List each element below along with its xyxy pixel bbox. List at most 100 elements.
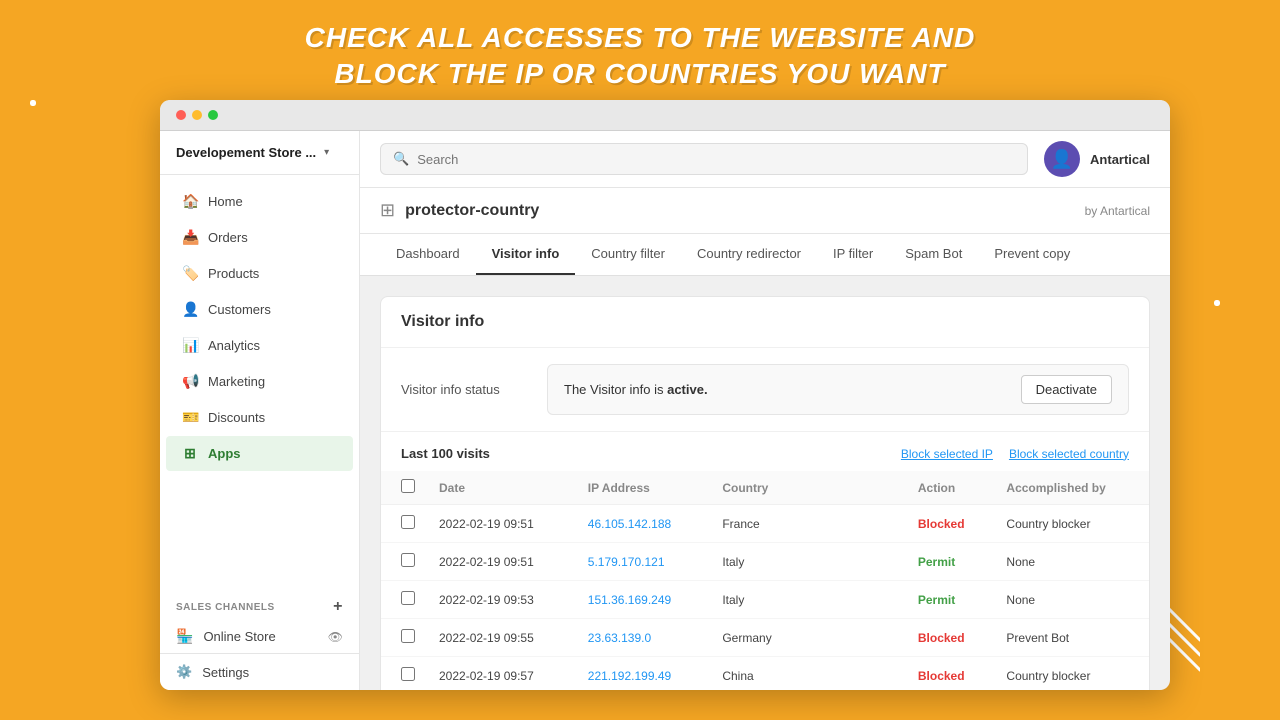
maximize-dot[interactable] xyxy=(208,110,218,120)
cell-ip: 151.36.169.249 xyxy=(576,581,711,619)
content-body: Visitor info Visitor info status The Vis… xyxy=(360,276,1170,690)
row-checkbox[interactable] xyxy=(401,553,415,567)
cell-ip: 5.179.170.121 xyxy=(576,543,711,581)
section-title: Visitor info xyxy=(381,297,1149,348)
visits-header: Last 100 visits Block selected IP Block … xyxy=(381,432,1149,471)
status-prefix: The Visitor info is xyxy=(564,382,667,397)
col-accomplished: Accomplished by xyxy=(994,471,1149,505)
cell-action: Blocked xyxy=(906,619,995,657)
search-box[interactable]: 🔍 xyxy=(380,143,1028,175)
col-date: Date xyxy=(427,471,576,505)
cell-country: Italy xyxy=(710,543,906,581)
cell-country: China xyxy=(710,657,906,691)
sidebar-item-products-label: Products xyxy=(208,266,259,281)
cell-date: 2022-02-19 09:51 xyxy=(427,543,576,581)
sidebar-item-discounts[interactable]: 🎫 Discounts xyxy=(166,400,353,435)
sidebar-item-products[interactable]: 🏷️ Products xyxy=(166,256,353,291)
app-name: protector-country xyxy=(405,202,539,220)
cell-accomplished: None xyxy=(994,543,1149,581)
row-checkbox[interactable] xyxy=(401,515,415,529)
sidebar-item-analytics-label: Analytics xyxy=(208,338,260,353)
sales-channels-section: SALES CHANNELS + xyxy=(160,590,359,620)
eye-icon[interactable]: 👁 xyxy=(328,630,343,644)
home-icon: 🏠 xyxy=(182,193,198,210)
user-area[interactable]: 👤 Antartical xyxy=(1044,141,1150,177)
sidebar-item-marketing[interactable]: 📢 Marketing xyxy=(166,364,353,399)
store-selector[interactable]: Developement Store ... ▾ xyxy=(160,131,359,175)
discounts-icon: 🎫 xyxy=(182,409,198,426)
cell-date: 2022-02-19 09:55 xyxy=(427,619,576,657)
topbar: 🔍 👤 Antartical xyxy=(360,131,1170,188)
sidebar-item-customers[interactable]: 👤 Customers xyxy=(166,292,353,327)
tab-visitor-info[interactable]: Visitor info xyxy=(476,234,576,275)
window-controls xyxy=(176,110,218,120)
cell-ip: 46.105.142.188 xyxy=(576,505,711,543)
sidebar-item-analytics[interactable]: 📊 Analytics xyxy=(166,328,353,363)
sidebar-item-orders[interactable]: 📥 Orders xyxy=(166,220,353,255)
table-row: 2022-02-19 09:51 46.105.142.188 France B… xyxy=(381,505,1149,543)
sidebar-item-home-label: Home xyxy=(208,194,243,209)
hero-title: Check all accesses to the website and bl… xyxy=(0,20,1280,93)
table-row: 2022-02-19 09:57 221.192.199.49 China Bl… xyxy=(381,657,1149,691)
cell-date: 2022-02-19 09:53 xyxy=(427,581,576,619)
block-ip-link[interactable]: Block selected IP xyxy=(901,447,993,461)
status-text: The Visitor info is active. xyxy=(564,382,708,397)
content-header: ⊞ protector-country by Antartical xyxy=(360,188,1170,234)
minimize-dot[interactable] xyxy=(192,110,202,120)
close-dot[interactable] xyxy=(176,110,186,120)
status-active: active. xyxy=(667,382,707,397)
sidebar-item-discounts-label: Discounts xyxy=(208,410,265,425)
select-all-checkbox[interactable] xyxy=(401,479,415,493)
add-sales-channel-button[interactable]: + xyxy=(333,598,343,616)
app-layout: Developement Store ... ▾ 🏠 Home 📥 Orders… xyxy=(160,131,1170,690)
tab-spam-bot[interactable]: Spam Bot xyxy=(889,234,978,275)
customers-icon: 👤 xyxy=(182,301,198,318)
table-row: 2022-02-19 09:51 5.179.170.121 Italy Per… xyxy=(381,543,1149,581)
row-checkbox[interactable] xyxy=(401,591,415,605)
visitor-info-card: Visitor info Visitor info status The Vis… xyxy=(380,296,1150,690)
deactivate-button[interactable]: Deactivate xyxy=(1021,375,1112,404)
tabs-row: Dashboard Visitor info Country filter Co… xyxy=(360,234,1170,276)
online-store-icon: 🏪 xyxy=(176,628,193,645)
app-grid-icon: ⊞ xyxy=(380,200,395,221)
cell-country: Italy xyxy=(710,581,906,619)
tab-country-filter[interactable]: Country filter xyxy=(575,234,681,275)
search-icon: 🔍 xyxy=(393,151,409,167)
block-country-link[interactable]: Block selected country xyxy=(1009,447,1129,461)
settings-icon: ⚙️ xyxy=(176,664,192,680)
marketing-icon: 📢 xyxy=(182,373,198,390)
cell-action: Blocked xyxy=(906,505,995,543)
cell-date: 2022-02-19 09:51 xyxy=(427,505,576,543)
tab-prevent-copy[interactable]: Prevent copy xyxy=(978,234,1086,275)
orders-icon: 📥 xyxy=(182,229,198,246)
row-checkbox[interactable] xyxy=(401,667,415,681)
table-row: 2022-02-19 09:55 23.63.139.0 Germany Blo… xyxy=(381,619,1149,657)
search-input[interactable] xyxy=(417,152,1015,167)
online-store-label: Online Store xyxy=(203,629,275,644)
tab-ip-filter[interactable]: IP filter xyxy=(817,234,889,275)
status-row: Visitor info status The Visitor info is … xyxy=(381,348,1149,432)
browser-window: Developement Store ... ▾ 🏠 Home 📥 Orders… xyxy=(160,100,1170,690)
sidebar-item-online-store[interactable]: 🏪 Online Store 👁 xyxy=(160,620,359,653)
cell-accomplished: Prevent Bot xyxy=(994,619,1149,657)
products-icon: 🏷️ xyxy=(182,265,198,282)
sidebar-item-home[interactable]: 🏠 Home xyxy=(166,184,353,219)
sidebar-item-apps[interactable]: ⊞ Apps xyxy=(166,436,353,471)
analytics-icon: 📊 xyxy=(182,337,198,354)
col-country: Country xyxy=(710,471,906,505)
cell-date: 2022-02-19 09:57 xyxy=(427,657,576,691)
row-checkbox[interactable] xyxy=(401,629,415,643)
tab-country-redirector[interactable]: Country redirector xyxy=(681,234,817,275)
sidebar: Developement Store ... ▾ 🏠 Home 📥 Orders… xyxy=(160,131,360,690)
cell-action: Permit xyxy=(906,581,995,619)
status-label: Visitor info status xyxy=(401,382,531,397)
chevron-down-icon: ▾ xyxy=(324,147,329,158)
apps-icon: ⊞ xyxy=(182,445,198,462)
store-name: Developement Store ... xyxy=(176,145,316,160)
sales-channels-label: SALES CHANNELS xyxy=(176,602,275,613)
sidebar-item-settings[interactable]: ⚙️ Settings xyxy=(160,653,359,690)
visits-title: Last 100 visits xyxy=(401,446,490,461)
cell-action: Blocked xyxy=(906,657,995,691)
cell-ip: 23.63.139.0 xyxy=(576,619,711,657)
tab-dashboard[interactable]: Dashboard xyxy=(380,234,476,275)
